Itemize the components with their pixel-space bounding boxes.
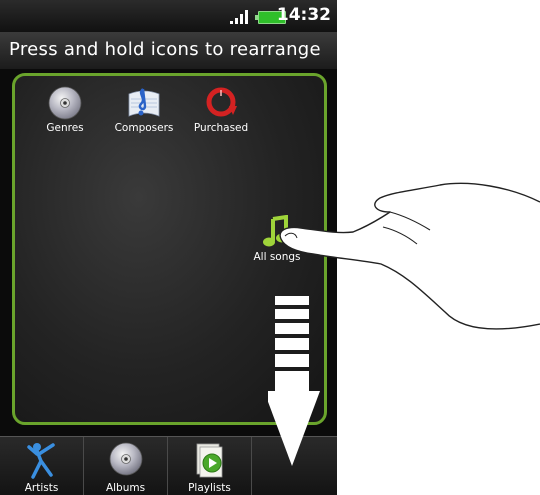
disc-icon [48, 86, 82, 120]
status-bar: 14:32 [0, 0, 337, 33]
tile-label: Genres [46, 122, 84, 134]
tile-composers[interactable]: Composers [104, 86, 184, 134]
playlist-icon [196, 443, 222, 478]
tab-label: Albums [105, 482, 146, 494]
tab-label: Playlists [188, 482, 231, 494]
title-bar: Press and hold icons to rearrange [0, 33, 337, 69]
tile-label: Purchased [193, 122, 249, 134]
music-score-icon [128, 88, 160, 117]
tile-purchased[interactable]: Purchased [181, 86, 261, 134]
tab-albums[interactable]: Albums [84, 437, 168, 495]
drag-down-arrow-icon [268, 296, 320, 466]
tile-label: Composers [114, 122, 174, 134]
tab-label: Artists [24, 482, 59, 494]
tab-artists[interactable]: Artists [0, 437, 84, 495]
page-title: Press and hold icons to rearrange [9, 39, 321, 60]
status-clock: 14:32 [276, 5, 331, 25]
signal-icon [230, 10, 248, 24]
tab-playlists[interactable]: Playlists [168, 437, 252, 495]
album-disc-icon [109, 442, 142, 476]
tile-genres[interactable]: Genres [25, 86, 105, 134]
purchased-icon [206, 87, 237, 117]
artist-icon [26, 443, 55, 479]
